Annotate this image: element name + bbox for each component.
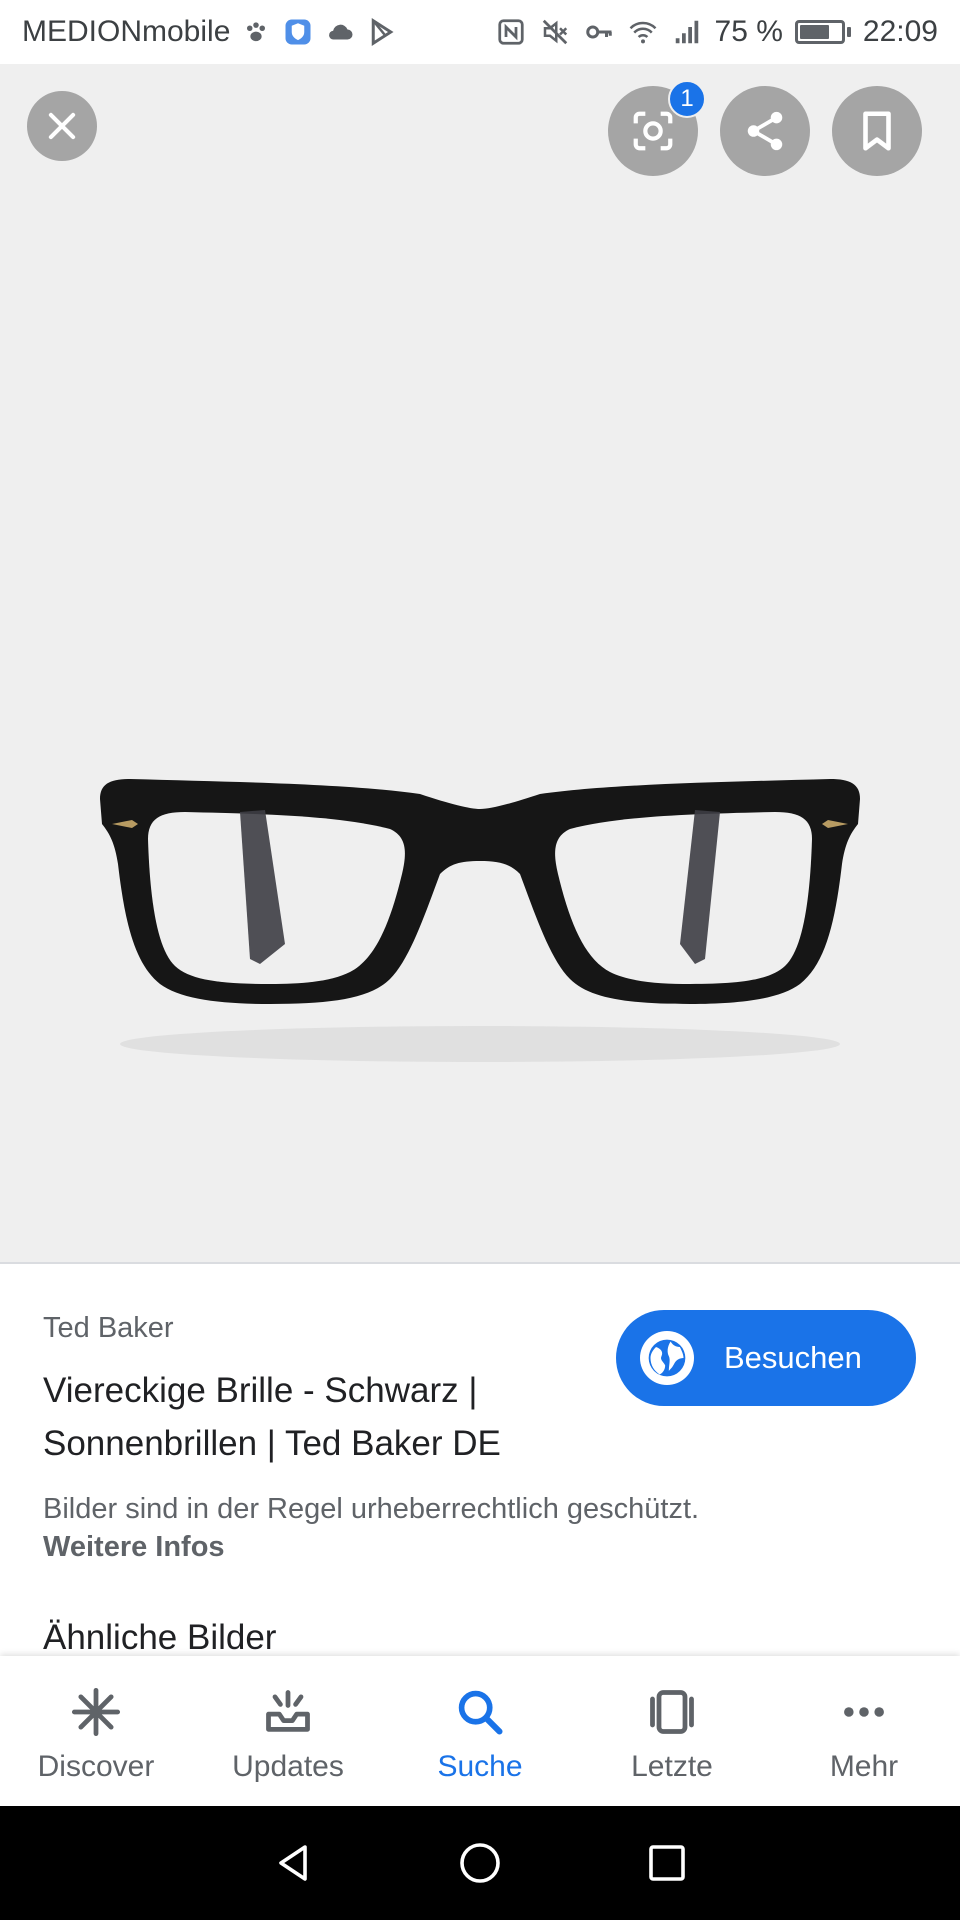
nav-label-recent: Letzte	[631, 1750, 713, 1783]
bookmark-icon	[863, 111, 891, 151]
nav-recent[interactable]: Letzte	[576, 1656, 768, 1806]
nav-label-more: Mehr	[829, 1750, 899, 1783]
clock: 22:09	[862, 15, 938, 48]
more-dots-icon	[844, 1707, 884, 1717]
bookmark-button[interactable]	[832, 86, 922, 176]
wifi-icon	[627, 16, 659, 48]
visit-button[interactable]: Besuchen	[616, 1310, 916, 1406]
nav-label-discover: Discover	[37, 1750, 155, 1783]
home-icon[interactable]	[456, 1839, 504, 1887]
source-site[interactable]: Ted Baker	[43, 1312, 174, 1345]
visit-label: Besuchen	[724, 1340, 862, 1375]
globe-icon	[640, 1331, 694, 1385]
result-info-panel: Ted Baker Viereckige Brille - Schwarz | …	[0, 1266, 960, 1657]
nav-more[interactable]: Mehr	[768, 1656, 960, 1806]
battery-percentage: 75 %	[714, 15, 783, 48]
updates-tray-icon	[266, 1690, 310, 1732]
nfc-icon	[495, 16, 527, 48]
nav-search[interactable]: Suche	[384, 1656, 576, 1806]
nav-updates[interactable]: Updates	[192, 1656, 384, 1806]
system-navigation-bar	[0, 1806, 960, 1920]
asterisk-icon	[71, 1687, 121, 1737]
back-icon[interactable]	[269, 1839, 317, 1887]
signal-icon	[671, 16, 703, 48]
paw-icon	[240, 16, 272, 48]
lens-badge: 1	[668, 80, 706, 118]
recent-cards-icon	[650, 1690, 694, 1734]
status-bar: MEDIONmobile 75 % 22:09	[0, 0, 960, 64]
nav-discover[interactable]: Discover	[0, 1656, 192, 1806]
play-store-icon	[366, 16, 398, 48]
recents-icon[interactable]	[643, 1839, 691, 1887]
bottom-navigation: Discover Updates Suche Letzte Mehr	[0, 1656, 960, 1806]
close-button[interactable]	[27, 91, 97, 161]
eyeglasses-image	[100, 779, 860, 1062]
copyright-notice: Bilder sind in der Regel urheberrechtlic…	[43, 1493, 700, 1525]
shield-icon	[282, 16, 314, 48]
image-viewer[interactable]: 1	[0, 64, 960, 1264]
mute-icon	[539, 16, 571, 48]
cloud-icon	[324, 16, 356, 48]
nav-label-updates: Updates	[232, 1750, 344, 1783]
nav-label-search: Suche	[437, 1750, 523, 1783]
share-button[interactable]	[720, 86, 810, 176]
lens-icon	[633, 111, 673, 151]
vpn-key-icon	[583, 16, 615, 48]
carrier-name: MEDIONmobile	[22, 15, 231, 48]
result-title[interactable]: Viereckige Brille - Schwarz | Sonnenbril…	[43, 1364, 583, 1470]
more-info-link[interactable]: Weitere Infos	[43, 1531, 225, 1564]
battery-icon	[794, 20, 851, 44]
similar-images-heading: Ähnliche Bilder	[43, 1618, 277, 1657]
close-icon	[48, 112, 76, 140]
search-icon	[458, 1690, 503, 1735]
share-icon	[747, 111, 783, 151]
